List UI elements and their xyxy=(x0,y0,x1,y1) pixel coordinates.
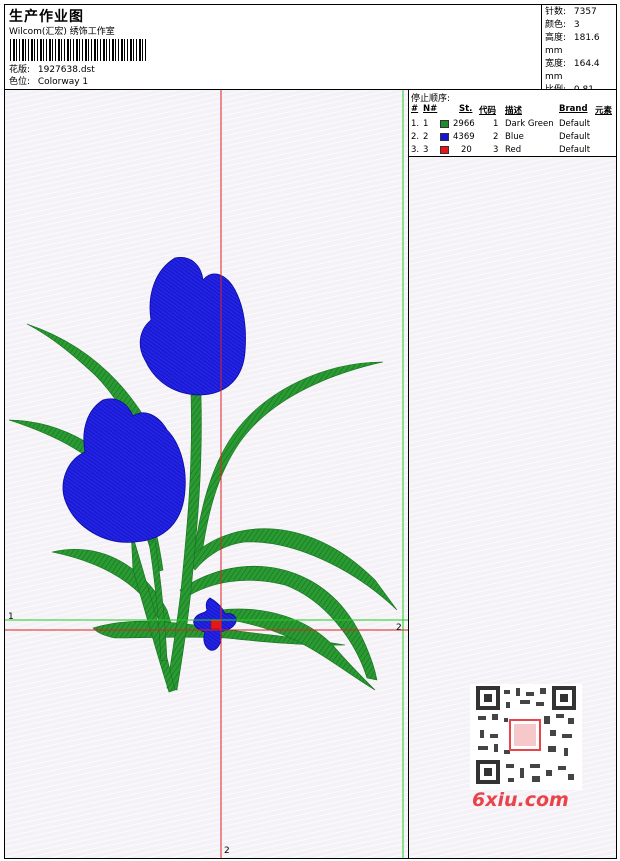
col-header-code: 代码 xyxy=(479,106,497,116)
design-stats: 针数: 7357 颜色: 3 高度: 181.6 mm 宽度: 164.4 mm… xyxy=(541,5,616,95)
qr-pattern xyxy=(476,686,576,784)
table-row: 3. 3 20 3 Red Default xyxy=(409,144,616,157)
stop-sequence-table: 停止顺序: # N# St. 代码 描述 Brand 元素 1. 1 2966 … xyxy=(409,90,616,157)
leaf-right-mid xyxy=(187,528,398,611)
row-no: 1 xyxy=(423,119,429,129)
studio-name: Wilcom(汇宏) 绣饰工作室 xyxy=(9,27,115,37)
stat-label: 宽度: xyxy=(545,59,567,69)
colorway-value: Colorway 1 xyxy=(37,77,89,87)
marker-bottom: 2 xyxy=(224,846,230,856)
row-stitches: 20 xyxy=(461,145,472,155)
row-num: 2. xyxy=(411,132,420,142)
embroidery-preview xyxy=(5,90,408,858)
tulip-left xyxy=(62,398,186,543)
design-canvas: 1 2 2 xyxy=(5,90,409,858)
stat-label: 针数: xyxy=(545,7,567,17)
watermark-brand: 6xiu.com xyxy=(472,789,569,811)
design-label: 花版: xyxy=(9,65,31,75)
row-stitches: 4369 xyxy=(453,132,475,142)
color-swatch xyxy=(440,120,449,128)
sheet-header: 生产作业图 Wilcom(汇宏) 绣饰工作室 花版: 1927638.dst 色… xyxy=(5,5,616,95)
col-header-desc: 描述 xyxy=(505,106,523,116)
row-code: 2 xyxy=(493,132,499,142)
col-header-stitches: St. xyxy=(459,104,473,114)
row-brand: Default xyxy=(559,132,591,142)
row-stitches: 2966 xyxy=(453,119,475,129)
row-num: 3. xyxy=(411,145,420,155)
marker-right: 2 xyxy=(396,623,402,633)
color-count: 3 xyxy=(573,20,580,30)
row-desc: Red xyxy=(505,145,522,155)
design-file: 1927638.dst xyxy=(37,65,95,75)
row-code: 3 xyxy=(493,145,499,155)
row-no: 2 xyxy=(423,132,429,142)
table-row: 1. 1 2966 1 Dark Green Default xyxy=(409,118,616,131)
page-title: 生产作业图 xyxy=(9,9,84,25)
marker-left: 1 xyxy=(8,612,14,622)
row-desc: Dark Green xyxy=(505,119,554,129)
stat-label: 颜色: xyxy=(545,20,567,30)
stop-sequence-title: 停止顺序: xyxy=(411,94,451,104)
col-header-element: 元素 xyxy=(595,106,613,116)
row-brand: Default xyxy=(559,119,591,129)
red-center xyxy=(210,619,222,630)
row-no: 3 xyxy=(423,145,429,155)
col-header-num: # xyxy=(411,104,419,114)
row-num: 1. xyxy=(411,119,420,129)
barcode xyxy=(10,39,146,61)
col-header-no: N# xyxy=(423,104,438,114)
qr-code xyxy=(470,684,582,790)
color-swatch xyxy=(440,146,449,154)
tulip-top xyxy=(139,257,246,396)
stat-label: 高度: xyxy=(545,33,567,43)
stitch-count: 7357 xyxy=(573,7,597,17)
color-swatch xyxy=(440,133,449,141)
colorway-label: 色位: xyxy=(9,77,31,87)
col-header-brand: Brand xyxy=(559,104,588,114)
row-brand: Default xyxy=(559,145,591,155)
row-desc: Blue xyxy=(505,132,524,142)
table-row: 2. 2 4369 2 Blue Default xyxy=(409,131,616,144)
row-code: 1 xyxy=(493,119,499,129)
design-meta: 花版: 1927638.dst 色位: Colorway 1 xyxy=(9,64,95,88)
